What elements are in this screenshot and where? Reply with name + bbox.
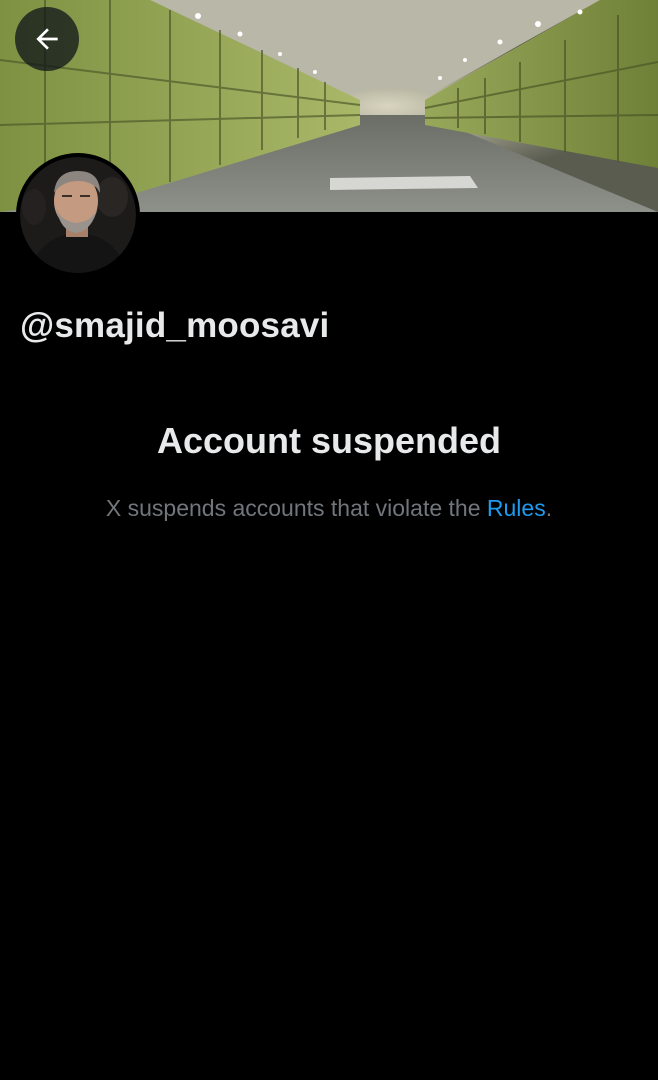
suspension-title: Account suspended [156,420,502,461]
suspension-description-period: . [545,495,553,521]
suspension-description-text: X suspends accounts that violate the [105,495,487,521]
back-button[interactable] [15,7,79,71]
avatar[interactable] [16,153,140,277]
rules-link[interactable]: Rules [487,495,546,521]
suspension-description: X suspends accounts that violate the Rul… [0,495,658,522]
arrow-left-icon [36,28,58,50]
profile-handle: @smajid_moosavi [20,306,330,345]
profile-photo [20,157,136,273]
